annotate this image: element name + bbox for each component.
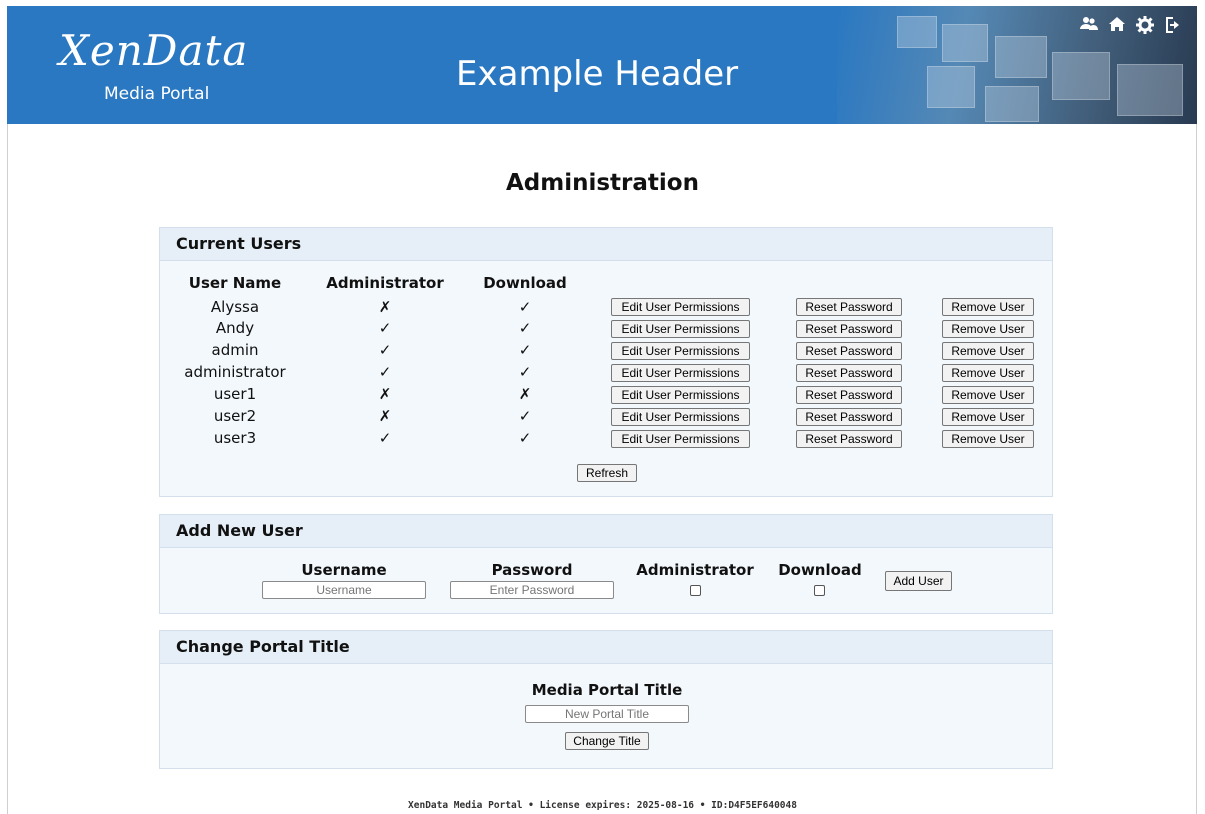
admin-flag: ✗ bbox=[378, 407, 392, 425]
download-flag: ✓ bbox=[518, 298, 532, 316]
admin-flag: ✓ bbox=[378, 341, 392, 359]
reset-password-button[interactable]: Reset Password bbox=[796, 320, 902, 338]
add-user-button[interactable]: Add User bbox=[885, 571, 952, 591]
admin-flag: ✗ bbox=[378, 385, 392, 403]
download-checkbox[interactable] bbox=[814, 585, 825, 596]
logout-icon[interactable] bbox=[1163, 16, 1183, 38]
header-icon-bar bbox=[1079, 16, 1183, 38]
remove-user-button[interactable]: Remove User bbox=[942, 364, 1034, 382]
edit-permissions-button[interactable]: Edit User Permissions bbox=[611, 408, 750, 426]
admin-flag: ✓ bbox=[378, 363, 392, 381]
reset-password-button[interactable]: Reset Password bbox=[796, 408, 902, 426]
reset-password-button[interactable]: Reset Password bbox=[796, 386, 902, 404]
remove-user-button[interactable]: Remove User bbox=[942, 408, 1034, 426]
portal-title-label: Media Portal Title bbox=[531, 681, 683, 699]
password-label: Password bbox=[491, 561, 573, 579]
page-title: Administration bbox=[506, 170, 699, 196]
header-title: Example Header bbox=[456, 54, 739, 94]
add-user-panel: Add New User Username Password Administr… bbox=[159, 514, 1053, 614]
reset-password-button[interactable]: Reset Password bbox=[796, 298, 902, 316]
edit-permissions-button[interactable]: Edit User Permissions bbox=[611, 320, 750, 338]
remove-user-button[interactable]: Remove User bbox=[942, 320, 1034, 338]
user-name: Alyssa bbox=[210, 298, 260, 316]
refresh-button[interactable]: Refresh bbox=[577, 464, 637, 482]
edit-permissions-button[interactable]: Edit User Permissions bbox=[611, 430, 750, 448]
reset-password-button[interactable]: Reset Password bbox=[796, 364, 902, 382]
gear-icon[interactable] bbox=[1135, 16, 1155, 38]
remove-user-button[interactable]: Remove User bbox=[942, 298, 1034, 316]
footer-license: XenData Media Portal • License expires: … bbox=[408, 800, 797, 811]
home-icon[interactable] bbox=[1107, 16, 1127, 38]
edit-permissions-button[interactable]: Edit User Permissions bbox=[611, 298, 750, 316]
col-header-download: Download bbox=[483, 274, 567, 292]
admin-flag: ✓ bbox=[378, 429, 392, 447]
xendata-logo: XenData bbox=[59, 26, 249, 75]
user-name: user2 bbox=[213, 407, 257, 425]
current-users-panel: Current Users User Name Administrator Do… bbox=[159, 227, 1053, 497]
logo-subtitle: Media Portal bbox=[104, 84, 210, 104]
username-label: Username bbox=[301, 561, 387, 579]
col-header-username: User Name bbox=[188, 274, 282, 292]
download-label: Download bbox=[778, 561, 862, 579]
username-input[interactable] bbox=[262, 581, 426, 599]
download-flag: ✓ bbox=[518, 407, 532, 425]
download-flag: ✓ bbox=[518, 429, 532, 447]
download-flag: ✗ bbox=[518, 385, 532, 403]
app-header: XenData Media Portal Example Header bbox=[7, 6, 1197, 124]
portal-title-input[interactable] bbox=[525, 705, 689, 723]
download-flag: ✓ bbox=[518, 363, 532, 381]
user-name: administrator bbox=[184, 363, 286, 381]
download-flag: ✓ bbox=[518, 341, 532, 359]
admin-flag: ✗ bbox=[378, 298, 392, 316]
edit-permissions-button[interactable]: Edit User Permissions bbox=[611, 342, 750, 360]
remove-user-button[interactable]: Remove User bbox=[942, 386, 1034, 404]
administrator-checkbox[interactable] bbox=[690, 585, 701, 596]
reset-password-button[interactable]: Reset Password bbox=[796, 430, 902, 448]
user-name: user3 bbox=[213, 429, 257, 447]
reset-password-button[interactable]: Reset Password bbox=[796, 342, 902, 360]
administrator-label: Administrator bbox=[636, 561, 754, 579]
portal-title-panel: Change Portal Title Media Portal Title C… bbox=[159, 630, 1053, 769]
user-name: admin bbox=[211, 341, 259, 359]
admin-flag: ✓ bbox=[378, 319, 392, 337]
download-flag: ✓ bbox=[518, 319, 532, 337]
current-users-heading: Current Users bbox=[160, 228, 1052, 261]
portal-title-heading: Change Portal Title bbox=[160, 631, 1052, 664]
col-header-administrator: Administrator bbox=[326, 274, 444, 292]
password-input[interactable] bbox=[450, 581, 614, 599]
remove-user-button[interactable]: Remove User bbox=[942, 430, 1034, 448]
add-user-heading: Add New User bbox=[160, 515, 1052, 548]
edit-permissions-button[interactable]: Edit User Permissions bbox=[611, 386, 750, 404]
change-title-button[interactable]: Change Title bbox=[565, 732, 649, 750]
user-name: Andy bbox=[215, 319, 255, 337]
remove-user-button[interactable]: Remove User bbox=[942, 342, 1034, 360]
users-icon[interactable] bbox=[1079, 16, 1099, 38]
user-name: user1 bbox=[213, 385, 257, 403]
edit-permissions-button[interactable]: Edit User Permissions bbox=[611, 364, 750, 382]
